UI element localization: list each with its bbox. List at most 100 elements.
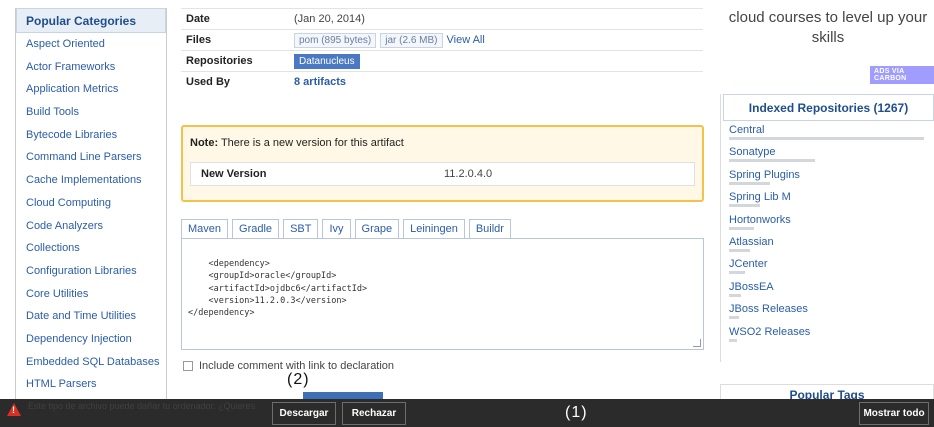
datanucleus-repo-link[interactable]: Datanucleus: [294, 53, 360, 69]
repository-name[interactable]: JBossEA: [729, 281, 934, 293]
date-value: (Jan 20, 2014): [294, 8, 703, 30]
repositories-value: Datanucleus: [294, 50, 703, 72]
repository-share-bar: [729, 181, 770, 185]
category-link[interactable]: Code Analyzers: [16, 215, 166, 238]
note-prefix: Note:: [190, 137, 219, 149]
date-row: Date (Jan 20, 2014): [181, 8, 703, 30]
repository-name[interactable]: Central: [729, 124, 934, 136]
pom-file-link[interactable]: pom (895 bytes): [294, 32, 377, 48]
category-list: Aspect Oriented Actor Frameworks Applicati…: [16, 33, 166, 396]
view-all-link[interactable]: View All: [447, 34, 485, 46]
category-link[interactable]: Cache Implementations: [16, 169, 166, 192]
page: Popular Categories Aspect Oriented Actor …: [0, 0, 934, 427]
discard-download-button[interactable]: Rechazar: [342, 402, 406, 425]
new-version-label: New Version: [201, 168, 267, 180]
used-by-row: Used By 8 artifacts: [181, 71, 703, 93]
ad-text[interactable]: cloud courses to level up your skills: [722, 8, 934, 48]
repository-name[interactable]: Spring Plugins: [729, 169, 934, 181]
repository-item[interactable]: Central: [721, 121, 934, 143]
repository-item[interactable]: JBossEA: [721, 278, 934, 300]
tab-maven[interactable]: Maven: [181, 219, 229, 238]
date-label: Date: [181, 8, 294, 30]
repository-name[interactable]: Hortonworks: [729, 214, 934, 226]
files-row: Files pom (895 bytes) jar (2.6 MB) View Al…: [181, 29, 703, 51]
note-text: There is a new version for this artifact: [218, 137, 404, 149]
jar-file-link[interactable]: jar (2.6 MB): [380, 32, 443, 48]
category-link[interactable]: Command Line Parsers: [16, 146, 166, 169]
category-link[interactable]: Actor Frameworks: [16, 56, 166, 79]
warning-icon: !: [7, 403, 21, 416]
repository-item[interactable]: Atlassian: [721, 233, 934, 255]
tab-ivy[interactable]: Ivy: [322, 219, 351, 238]
download-warning-message: Este tipo de archivo puede dañar tu orde…: [28, 401, 258, 411]
resize-handle[interactable]: [693, 339, 701, 347]
build-tool-tabs: Maven Gradle SBT Ivy Grape Leiningen Buildr: [181, 219, 511, 238]
copy-button-partial[interactable]: [303, 392, 383, 399]
category-link[interactable]: Application Metrics: [16, 78, 166, 101]
snippet-text: <dependency> <groupId>oracle</groupId> <…: [188, 259, 368, 319]
files-value: pom (895 bytes) jar (2.6 MB) View All: [294, 29, 703, 51]
repository-name[interactable]: Spring Lib M: [729, 191, 934, 203]
repository-share-bar: [729, 226, 754, 230]
ads-via-carbon-badge[interactable]: ADS VIA CARBON: [870, 66, 934, 84]
repository-name[interactable]: WSO2 Releases: [729, 326, 934, 338]
category-link[interactable]: Configuration Libraries: [16, 260, 166, 283]
note-message: Note: There is a new version for this ar…: [190, 137, 695, 149]
category-link[interactable]: Core Utilities: [16, 283, 166, 306]
repository-share-bar: [729, 293, 742, 297]
repositories-row: Repositories Datanucleus: [181, 50, 703, 72]
new-version-link[interactable]: 11.2.0.4.0: [444, 168, 492, 180]
tab-sbt[interactable]: SBT: [283, 219, 319, 238]
sidebar-title: Popular Categories: [16, 8, 166, 33]
repository-item[interactable]: Hortonworks: [721, 211, 934, 233]
repository-share-bar: [729, 316, 740, 320]
repository-name[interactable]: JCenter: [729, 258, 934, 270]
repositories-label: Repositories: [181, 50, 294, 72]
used-by-value: 8 artifacts: [294, 71, 703, 93]
repository-item[interactable]: JCenter: [721, 255, 934, 277]
tab-buildr[interactable]: Buildr: [468, 219, 511, 238]
category-link[interactable]: Dependency Injection: [16, 328, 166, 351]
used-by-label: Used By: [181, 71, 294, 93]
repository-share-bar: [729, 159, 816, 163]
repository-name[interactable]: JBoss Releases: [729, 303, 934, 315]
used-by-link[interactable]: 8 artifacts: [294, 76, 346, 88]
files-label: Files: [181, 29, 294, 51]
repository-share-bar: [729, 271, 746, 275]
repository-list: Central Sonatype Spring Plugins Spring Lib …: [721, 121, 934, 345]
category-link[interactable]: Build Tools: [16, 101, 166, 124]
download-bar: ! Este tipo de archivo puede dañar tu or…: [0, 399, 934, 427]
category-link[interactable]: Aspect Oriented: [16, 33, 166, 56]
tab-leiningen[interactable]: Leiningen: [403, 219, 465, 238]
show-all-downloads-button[interactable]: Mostrar todo: [859, 402, 929, 425]
category-link[interactable]: Date and Time Utilities: [16, 305, 166, 328]
repository-name[interactable]: Atlassian: [729, 236, 934, 248]
repository-share-bar: [729, 338, 738, 342]
indexed-repositories-title: Indexed Repositories (1267): [723, 94, 934, 121]
repository-item[interactable]: JBoss Releases: [721, 300, 934, 322]
tab-grape[interactable]: Grape: [354, 219, 400, 238]
repository-share-bar: [729, 204, 760, 208]
dependency-snippet[interactable]: <dependency> <groupId>oracle</groupId> <…: [181, 238, 704, 350]
repository-name[interactable]: Sonatype: [729, 146, 934, 158]
artifact-info-table: Date (Jan 20, 2014) Files pom (895 bytes…: [181, 8, 703, 93]
repository-item[interactable]: Spring Lib M: [721, 188, 934, 210]
annotation-label-2: (2): [287, 371, 310, 388]
tab-gradle[interactable]: Gradle: [232, 219, 280, 238]
category-link[interactable]: Bytecode Libraries: [16, 124, 166, 147]
category-link[interactable]: HTML Parsers: [16, 373, 166, 396]
indexed-repositories-panel: Indexed Repositories (1267) Central Sonat…: [720, 94, 934, 362]
new-version-row: New Version 11.2.0.4.0: [190, 162, 695, 186]
category-link[interactable]: Collections: [16, 237, 166, 260]
repository-share-bar: [729, 248, 750, 252]
include-comment-checkbox[interactable]: [183, 361, 193, 371]
category-link[interactable]: Embedded SQL Databases: [16, 351, 166, 374]
repository-item[interactable]: Sonatype: [721, 143, 934, 165]
repository-share-bar: [729, 137, 924, 140]
annotation-label-1: (1): [565, 404, 588, 421]
repository-item[interactable]: Spring Plugins: [721, 166, 934, 188]
keep-download-button[interactable]: Descargar: [272, 402, 336, 425]
repository-item[interactable]: WSO2 Releases: [721, 323, 934, 345]
new-version-note: Note: There is a new version for this ar…: [181, 125, 704, 202]
category-link[interactable]: Cloud Computing: [16, 192, 166, 215]
